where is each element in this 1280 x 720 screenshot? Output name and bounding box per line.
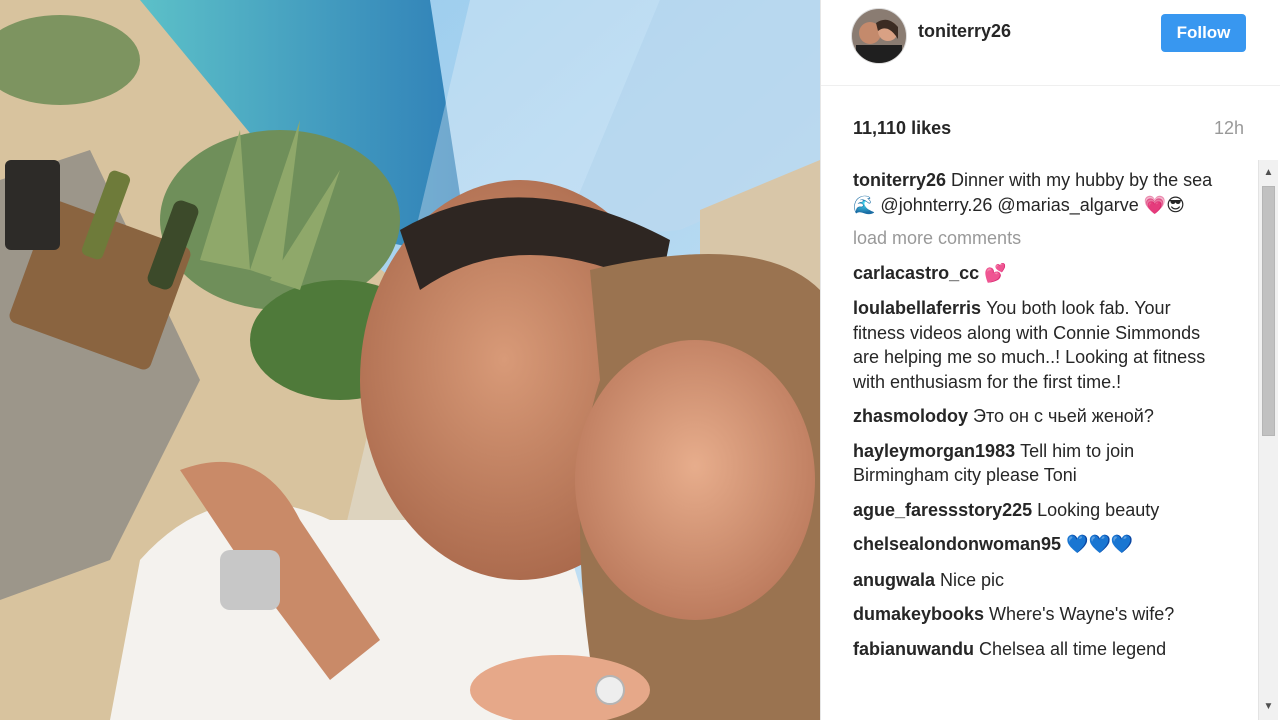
comment-username[interactable]: carlacastro_cc xyxy=(853,263,979,283)
caption-mention-johnterry[interactable]: @johnterry.26 xyxy=(875,195,997,215)
comment-username[interactable]: zhasmolodoy xyxy=(853,406,968,426)
comment-text: 💙💙💙 xyxy=(1066,534,1134,555)
caption-mention-marias[interactable]: @marias_algarve xyxy=(997,195,1143,215)
post-details-panel: toniterry26 Follow 11,110 likes 12h toni… xyxy=(820,0,1280,720)
comment-username[interactable]: anugwala xyxy=(853,570,935,590)
comment-username[interactable]: fabianuwandu xyxy=(853,639,974,659)
post-time[interactable]: 12h xyxy=(1214,118,1244,139)
caption: toniterry26 Dinner with my hubby by the s… xyxy=(853,168,1223,218)
comments-list: toniterry26 Dinner with my hubby by the s… xyxy=(853,168,1223,720)
scroll-up-arrow-icon[interactable]: ▲ xyxy=(1259,162,1278,182)
comment-username[interactable]: chelsealondonwoman95 xyxy=(853,534,1061,554)
photo-illustration xyxy=(0,0,820,720)
list-item: loulabellaferris You both look fab. Your … xyxy=(853,296,1223,394)
comment-text: Looking beauty xyxy=(1037,499,1160,520)
post-header: toniterry26 Follow xyxy=(821,0,1280,86)
comment-username[interactable]: hayleymorgan1983 xyxy=(853,441,1015,461)
list-item: fabianuwandu Chelsea all time legend xyxy=(853,637,1223,662)
list-item: anugwala Nice pic xyxy=(853,568,1223,593)
caption-end-emoji: 💗😎 xyxy=(1143,194,1185,216)
list-item: hayleymorgan1983 Tell him to join Birming… xyxy=(853,439,1223,488)
caption-text: Dinner with my hubby by the sea xyxy=(951,170,1213,190)
post-photo xyxy=(0,0,820,720)
caption-username[interactable]: toniterry26 xyxy=(853,170,946,190)
list-item: dumakeybooks Where's Wayne's wife? xyxy=(853,602,1223,627)
avatar[interactable] xyxy=(851,8,907,64)
scrollbar-thumb[interactable] xyxy=(1262,186,1275,436)
comment-text: Chelsea all time legend xyxy=(979,638,1167,659)
comment-text: 💕 xyxy=(984,262,1007,284)
comment-text: Nice pic xyxy=(940,569,1005,590)
list-item: chelsealondonwoman95 💙💙💙 xyxy=(853,532,1223,558)
scroll-down-arrow-icon[interactable]: ▼ xyxy=(1259,696,1278,716)
likes-count[interactable]: 11,110 likes xyxy=(853,118,951,139)
load-more-comments-link[interactable]: load more comments xyxy=(853,226,1223,251)
avatar-image xyxy=(852,9,906,63)
comment-username[interactable]: dumakeybooks xyxy=(853,604,984,624)
list-item: zhasmolodoy Это он с чьей женой? xyxy=(853,404,1223,429)
list-item: carlacastro_cc 💕 xyxy=(853,261,1223,287)
comment-text: Where's Wayne's wife? xyxy=(989,604,1175,624)
comment-username[interactable]: loulabellaferris xyxy=(853,298,981,318)
follow-button[interactable]: Follow xyxy=(1161,14,1246,52)
post-username[interactable]: toniterry26 xyxy=(918,21,1011,42)
wave-emoji: 🌊 xyxy=(853,194,876,216)
list-item: ague_faressstory225 Looking beauty xyxy=(853,498,1223,523)
comment-username[interactable]: ague_faressstory225 xyxy=(853,500,1032,520)
comment-text: Это он с чьей женой? xyxy=(973,406,1154,426)
comments-scrollbar[interactable]: ▲ ▼ xyxy=(1258,160,1278,720)
